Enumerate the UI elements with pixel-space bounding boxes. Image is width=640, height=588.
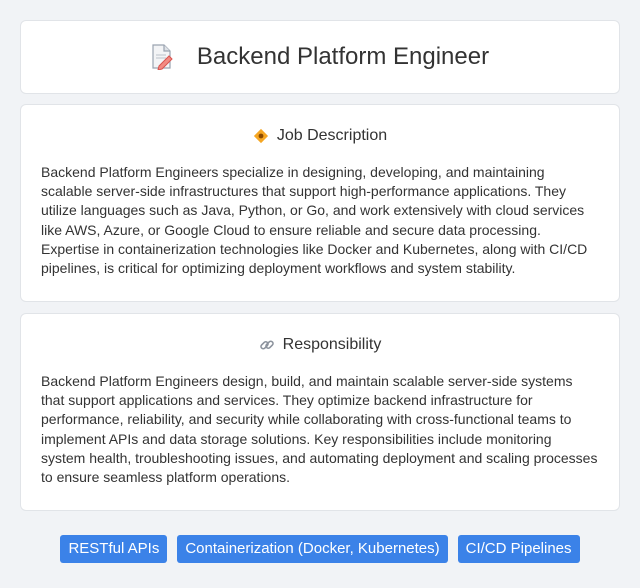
responsibility-card: Responsibility Backend Platform Engineer…	[20, 313, 620, 511]
section-heading-label: Responsibility	[282, 336, 382, 353]
title-card: Backend Platform Engineer	[20, 20, 620, 94]
document-pencil-icon	[151, 44, 173, 71]
tag-restful-apis[interactable]: RESTful APIs	[60, 535, 168, 563]
tag-ci-cd-pipelines[interactable]: CI/CD Pipelines	[457, 535, 580, 563]
job-description-heading: Job Description	[41, 125, 599, 147]
job-description-text: Backend Platform Engineers specialize in…	[41, 164, 588, 277]
tag-containerization[interactable]: Containerization (Docker, Kubernetes)	[177, 535, 448, 563]
responsibility-text: Backend Platform Engineers design, build…	[41, 373, 598, 486]
link-icon	[259, 337, 275, 353]
page-title: Backend Platform Engineer	[196, 43, 490, 70]
responsibility-heading: Responsibility	[41, 334, 599, 356]
job-description-card: Job Description Backend Platform Enginee…	[20, 104, 620, 302]
section-heading-label: Job Description	[276, 127, 388, 144]
skill-tags: RESTful APIs Containerization (Docker, K…	[0, 535, 640, 563]
diamond-badge-icon	[253, 128, 269, 144]
